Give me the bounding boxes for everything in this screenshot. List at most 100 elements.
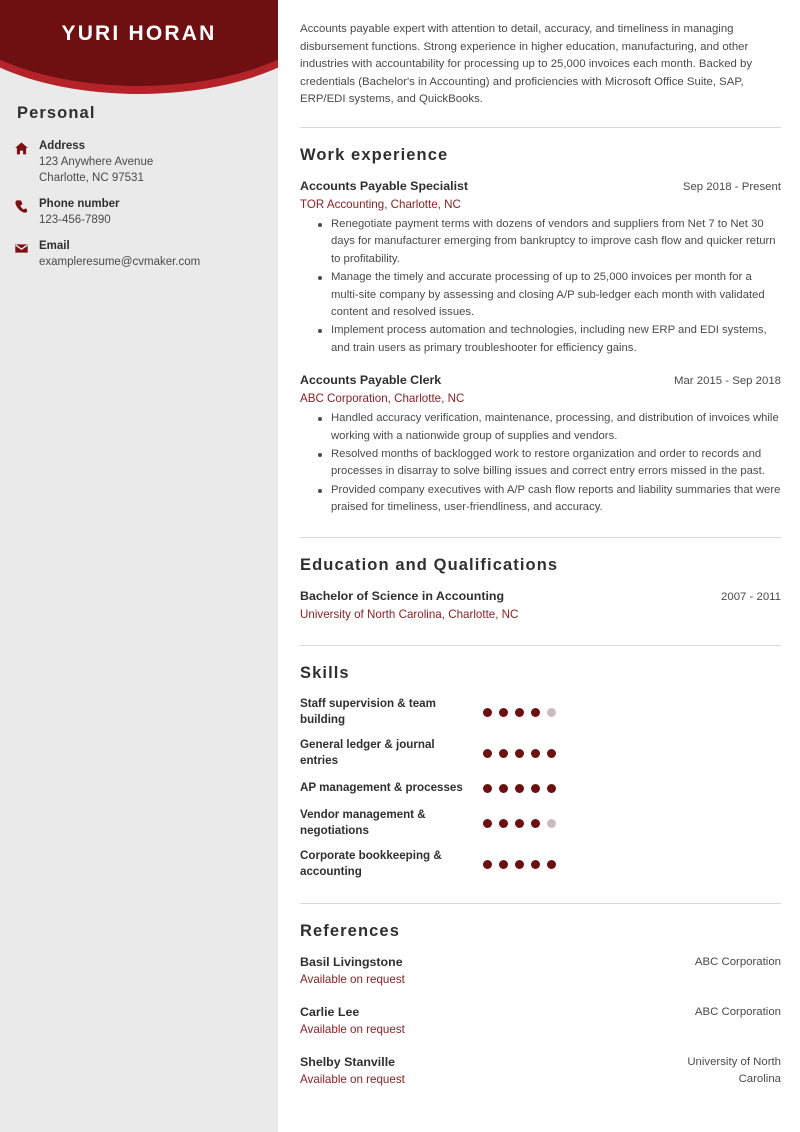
skill-row: Staff supervision & team building <box>300 696 781 729</box>
skill-dot-filled <box>483 859 492 869</box>
skill-label: General ledger & journal entries <box>300 737 435 768</box>
divider-skills <box>300 644 781 646</box>
reference-name: Carlie Lee <box>300 1004 360 1019</box>
skill-rating <box>483 818 556 828</box>
section-title-education: Education and Qualifications <box>300 555 559 574</box>
skill-rating <box>483 783 556 793</box>
reference-status: Available on request <box>300 1072 405 1086</box>
contact-item-phone: Phone number 123-456-7890 <box>0 197 278 228</box>
reference-company: University of North Carolina <box>687 1055 781 1085</box>
reference-company: ABC Corporation <box>694 955 781 968</box>
phone-icon <box>14 199 29 214</box>
sidebar-body: Personal Address 123 Anywhere Avenue Cha… <box>0 104 278 281</box>
reference-row: Shelby Stanville Available on request Un… <box>300 1054 781 1088</box>
skill-dot-filled <box>483 707 492 717</box>
skill-dot-filled <box>499 783 508 793</box>
reference-row: Carlie Lee Available on request ABC Corp… <box>300 1004 781 1038</box>
skill-label: Staff supervision & team building <box>300 696 436 727</box>
section-title-work: Work experience <box>300 145 449 164</box>
work-entry: Accounts Payable Specialist Sep 2018 - P… <box>300 178 781 357</box>
contact-item-email: Email exampleresume@cvmaker.com <box>0 239 278 270</box>
section-references: References Basil Livingstone Available o… <box>300 922 781 1088</box>
personal-section-title: Personal <box>17 104 96 122</box>
reference-name: Shelby Stanville <box>300 1054 396 1069</box>
main-column: Accounts payable expert with attention t… <box>278 0 800 1132</box>
skill-rating <box>483 748 556 758</box>
work-bullet: Handled accuracy verification, maintenan… <box>318 410 781 445</box>
skill-dot-filled <box>515 818 524 828</box>
skill-dot-filled <box>483 818 492 828</box>
header-banner <box>0 0 278 100</box>
skill-row: General ledger & journal entries <box>300 737 781 770</box>
work-bullets: Renegotiate payment terms with dozens of… <box>300 216 781 357</box>
skill-dot-empty <box>547 818 556 828</box>
skill-dot-filled <box>483 748 492 758</box>
education-entry-head: Bachelor of Science in Accounting 2007 -… <box>300 588 781 606</box>
skill-dot-filled <box>515 783 524 793</box>
skill-dot-filled <box>515 859 524 869</box>
work-organization: TOR Accounting, Charlotte, NC <box>300 197 461 211</box>
education-entry: Bachelor of Science in Accounting 2007 -… <box>300 588 781 623</box>
contact-list: Address 123 Anywhere Avenue Charlotte, N… <box>0 139 278 270</box>
work-bullet: Implement process automation and technol… <box>318 322 781 357</box>
work-job-title: Accounts Payable Clerk <box>300 373 442 388</box>
skill-dot-filled <box>547 748 556 758</box>
work-entry: Accounts Payable Clerk Mar 2015 - Sep 20… <box>300 372 781 516</box>
contact-label-phone: Phone number <box>39 198 120 210</box>
contact-label-email: Email <box>39 240 70 252</box>
work-organization: ABC Corporation, Charlotte, NC <box>300 392 465 406</box>
skill-rating <box>483 859 556 869</box>
divider-education <box>300 536 781 538</box>
skill-rating <box>483 707 556 717</box>
education-degree: Bachelor of Science in Accounting <box>300 588 505 603</box>
work-date: Mar 2015 - Sep 2018 <box>673 375 781 388</box>
envelope-icon <box>14 241 29 256</box>
reference-status: Available on request <box>300 972 405 986</box>
section-title-references: References <box>300 921 400 940</box>
reference-details: Basil Livingstone Available on request <box>300 954 405 988</box>
divider-work <box>300 126 781 128</box>
sidebar: YURI HORAN Personal Address 123 Anywhere… <box>0 0 278 1132</box>
resume-document: YURI HORAN Personal Address 123 Anywhere… <box>0 0 800 1132</box>
section-education: Education and Qualifications Bachelor of… <box>300 556 781 623</box>
skill-label: Vendor management & negotiations <box>300 807 426 838</box>
contact-value-address-line2: Charlotte, NC 97531 <box>39 172 144 184</box>
divider-references <box>300 902 781 904</box>
skill-label: AP management & processes <box>300 780 463 794</box>
skill-dot-filled <box>515 748 524 758</box>
work-bullets: Handled accuracy verification, maintenan… <box>300 410 781 516</box>
work-entry-head: Accounts Payable Specialist Sep 2018 - P… <box>300 178 781 196</box>
skill-dot-empty <box>547 707 556 717</box>
candidate-name: YURI HORAN <box>61 22 217 45</box>
reference-status: Available on request <box>300 1022 405 1036</box>
work-bullet: Resolved months of backlogged work to re… <box>318 446 781 481</box>
skill-dot-filled <box>531 783 540 793</box>
skill-dot-filled <box>531 707 540 717</box>
skill-row: Corporate bookkeeping & accounting <box>300 848 781 881</box>
work-entry-head: Accounts Payable Clerk Mar 2015 - Sep 20… <box>300 372 781 390</box>
work-date: Sep 2018 - Present <box>682 180 781 193</box>
contact-value-phone: 123-456-7890 <box>39 214 111 226</box>
skill-dot-filled <box>515 707 524 717</box>
skill-dot-filled <box>531 859 540 869</box>
section-skills: Skills Staff supervision & team building… <box>300 664 781 881</box>
reference-company: ABC Corporation <box>694 1005 781 1018</box>
skill-dot-filled <box>547 783 556 793</box>
skill-dot-filled <box>499 859 508 869</box>
work-bullet: Provided company executives with A/P cas… <box>318 482 781 517</box>
work-bullet: Renegotiate payment terms with dozens of… <box>318 216 781 268</box>
contact-value-email: exampleresume@cvmaker.com <box>39 256 201 268</box>
contact-label-address: Address <box>39 140 86 152</box>
skill-dot-filled <box>499 707 508 717</box>
skill-dot-filled <box>547 859 556 869</box>
section-title-skills: Skills <box>300 663 350 682</box>
reference-details: Shelby Stanville Available on request <box>300 1054 405 1088</box>
skill-dot-filled <box>499 818 508 828</box>
professional-summary: Accounts payable expert with attention t… <box>300 23 753 106</box>
skill-dot-filled <box>531 818 540 828</box>
work-bullet: Manage the timely and accurate processin… <box>318 269 781 321</box>
home-icon <box>14 141 29 156</box>
contact-item-address: Address 123 Anywhere Avenue Charlotte, N… <box>0 139 278 186</box>
work-job-title: Accounts Payable Specialist <box>300 178 469 193</box>
reference-name: Basil Livingstone <box>300 954 403 969</box>
